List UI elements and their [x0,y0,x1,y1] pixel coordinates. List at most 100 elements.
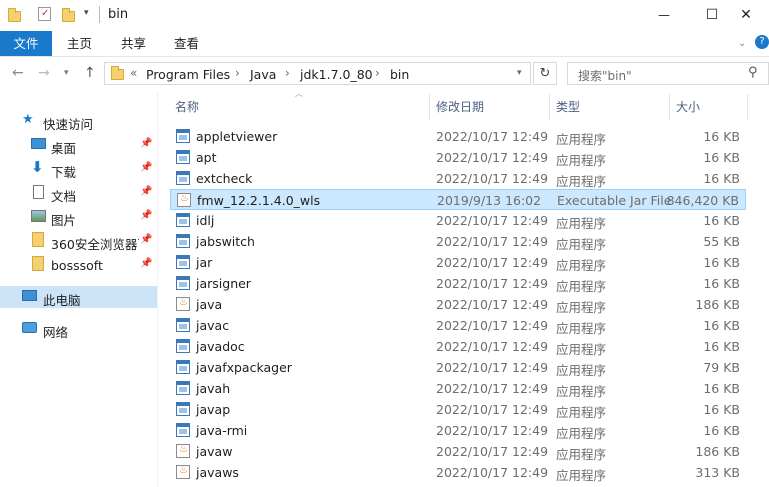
breadcrumb-bin[interactable]: bin [390,67,409,82]
tab-file[interactable]: 文件 [0,31,52,56]
table-row[interactable]: apt 2022/10/17 12:49 应用程序 16 KB [170,147,746,168]
table-row[interactable]: javafxpackager 2022/10/17 12:49 应用程序 79 KB [170,357,746,378]
file-size: 313 KB [695,465,740,480]
file-size: 55 KB [703,234,740,249]
search-input[interactable]: 搜索"bin" ⚲ [567,62,769,85]
file-type: 应用程序 [556,153,607,168]
sidebar-item-desktop[interactable]: 桌面 📌 [0,134,157,156]
new-folder-icon[interactable] [62,8,75,22]
title-divider [99,6,100,23]
chevron-down-icon[interactable]: ⌄ [738,31,746,56]
file-size: 16 KB [703,339,740,354]
table-row[interactable]: jarsigner 2022/10/17 12:49 应用程序 16 KB [170,273,746,294]
table-row[interactable]: jabswitch 2022/10/17 12:49 应用程序 55 KB [170,231,746,252]
table-row[interactable]: idlj 2022/10/17 12:49 应用程序 16 KB [170,210,746,231]
file-date: 2022/10/17 12:49 [436,465,549,480]
breadcrumb-jdk[interactable]: jdk1.7.0_80 [300,67,373,82]
sidebar-item-pictures[interactable]: 图片 📌 [0,206,157,228]
recent-locations-icon[interactable]: ▾ [64,68,69,78]
breadcrumb-program-files[interactable]: Program Files [146,67,230,82]
properties-icon[interactable]: ✓ [38,7,51,21]
sidebar-item-this-pc[interactable]: 此电脑 [0,286,157,308]
file-name: javac [196,318,230,333]
minimize-button[interactable]: — [641,0,687,31]
application-icon [176,213,190,227]
forward-arrow-icon[interactable]: → [38,65,50,81]
file-type: 应用程序 [556,237,607,252]
table-row[interactable]: extcheck 2022/10/17 12:49 应用程序 16 KB [170,168,746,189]
table-row[interactable]: ♨ fmw_12.2.1.4.0_wls 2019/9/13 16:02 Execut… [170,189,746,210]
pin-icon[interactable]: 📌 [140,138,152,149]
pin-icon[interactable]: 📌 [140,258,152,269]
up-arrow-icon[interactable]: ↑ [84,65,96,81]
file-size: 186 KB [695,297,740,312]
application-icon [176,234,190,248]
file-type: Executable Jar File [557,193,672,208]
file-name: javaws [196,465,239,480]
overflow-chevron[interactable]: « [130,66,137,80]
file-date: 2019/9/13 16:02 [437,193,542,208]
table-row[interactable]: ♨ java 2022/10/17 12:49 应用程序 186 KB [170,294,746,315]
column-separator[interactable] [747,94,748,120]
table-row[interactable]: javadoc 2022/10/17 12:49 应用程序 16 KB [170,336,746,357]
sidebar-item-bosssoft[interactable]: bosssoft 📌 [0,254,157,276]
window-title: bin [108,7,129,22]
folder-icon [32,232,44,247]
file-name: java [196,297,223,312]
table-row[interactable]: javap 2022/10/17 12:49 应用程序 16 KB [170,399,746,420]
tab-home[interactable]: 主页 [67,31,92,56]
table-row[interactable]: appletviewer 2022/10/17 12:49 应用程序 16 KB [170,126,746,147]
sidebar-item-quick-access[interactable]: ★ 快速访问 [0,110,157,132]
sidebar-item-label: 下载 [51,165,77,180]
sidebar-item-downloads[interactable]: ⬇ 下载 📌 [0,158,157,180]
sidebar-item-documents[interactable]: 文档 📌 [0,182,157,204]
file-name: idlj [196,213,215,228]
customize-toolbar-icon[interactable]: ▾ [84,8,89,18]
breadcrumb-separator-icon[interactable]: › [285,66,290,80]
file-name: jarsigner [196,276,251,291]
column-header-size[interactable]: 大小 [676,98,700,115]
column-header-date[interactable]: 修改日期 [436,98,484,115]
pin-icon[interactable]: 📌 [140,210,152,221]
tab-share[interactable]: 共享 [121,31,146,56]
file-size: 16 KB [703,402,740,417]
breadcrumb-separator-icon[interactable]: › [235,66,240,80]
column-header-name[interactable]: 名称 [175,98,199,115]
pin-icon[interactable]: 📌 [140,162,152,173]
back-arrow-icon[interactable]: ← [12,65,24,81]
table-row[interactable]: javah 2022/10/17 12:49 应用程序 16 KB [170,378,746,399]
address-dropdown-icon[interactable]: ▾ [517,68,522,78]
refresh-icon[interactable]: ↻ [533,62,557,85]
pin-icon[interactable]: 📌 [140,234,152,245]
pane-divider[interactable] [157,92,158,487]
column-header-type[interactable]: 类型 [556,98,580,115]
search-icon[interactable]: ⚲ [748,65,758,80]
table-row[interactable]: ♨ javaw 2022/10/17 12:49 应用程序 186 KB [170,441,746,462]
table-row[interactable]: ♨ javaws 2022/10/17 12:49 应用程序 313 KB [170,462,746,483]
file-name: java-rmi [196,423,248,438]
sidebar-item-360-browser[interactable]: 360安全浏览器下 📌 [0,230,157,252]
pin-icon[interactable]: 📌 [140,186,152,197]
star-icon: ★ [22,112,34,127]
column-separator[interactable] [549,94,550,120]
file-size: 16 KB [703,129,740,144]
file-size: 16 KB [703,423,740,438]
column-separator[interactable] [669,94,670,120]
table-row[interactable]: java-rmi 2022/10/17 12:49 应用程序 16 KB [170,420,746,441]
file-date: 2022/10/17 12:49 [436,150,549,165]
address-bar[interactable]: « Program Files › Java › jdk1.7.0_80 › b… [104,62,531,85]
help-icon[interactable]: ? [755,35,769,49]
breadcrumb-java[interactable]: Java [250,67,276,82]
file-type: 应用程序 [556,174,607,189]
tab-view[interactable]: 查看 [174,31,199,56]
close-button[interactable]: ✕ [723,0,769,31]
breadcrumb-separator-icon[interactable]: › [375,66,380,80]
column-separator[interactable] [429,94,430,120]
network-icon [22,322,37,333]
file-name: jabswitch [196,234,255,249]
sidebar-item-network[interactable]: 网络 [0,318,157,340]
file-type: 应用程序 [556,300,607,315]
table-row[interactable]: javac 2022/10/17 12:49 应用程序 16 KB [170,315,746,336]
desktop-icon [31,138,46,149]
table-row[interactable]: jar 2022/10/17 12:49 应用程序 16 KB [170,252,746,273]
